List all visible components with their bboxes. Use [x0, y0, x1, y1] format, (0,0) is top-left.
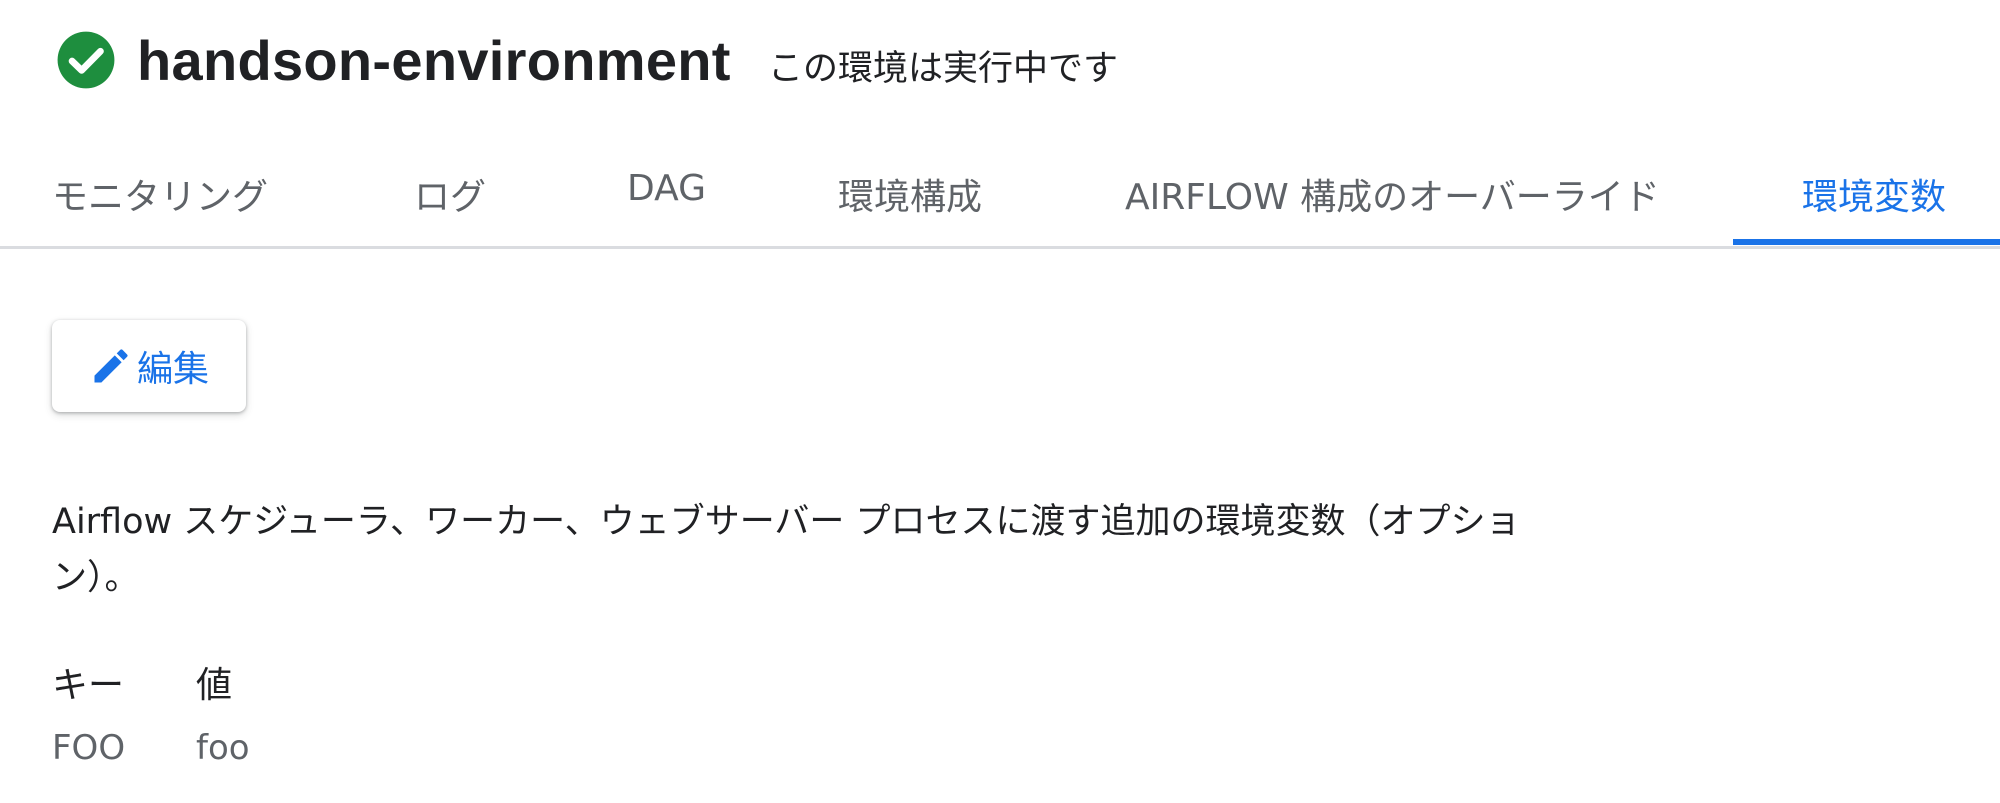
- tab-logs[interactable]: ログ: [414, 168, 486, 220]
- tab-environment-variables[interactable]: 環境変数: [1802, 168, 1946, 220]
- edit-button-label: 編集: [136, 349, 209, 390]
- edit-button[interactable]: 編集: [52, 320, 246, 412]
- env-var-key: FOO: [52, 728, 126, 768]
- check-circle-icon: [55, 29, 117, 91]
- tab-dag[interactable]: DAG: [627, 168, 706, 209]
- environment-header: handson-environment: [55, 22, 731, 98]
- env-vars-description: Airflow スケジューラ、ワーカー、ウェブサーバー プロセスに渡す追加の環境…: [52, 502, 1521, 598]
- environment-status-text: この環境は実行中です: [768, 49, 1119, 89]
- page: handson-environment この環境は実行中です モニタリング ログ…: [0, 0, 2000, 803]
- active-tab-indicator: [1733, 239, 2000, 245]
- pencil-icon: [89, 344, 133, 388]
- tab-monitoring[interactable]: モニタリング: [52, 168, 268, 220]
- environment-title: handson-environment: [137, 28, 731, 92]
- value-column-header: 値: [196, 665, 233, 706]
- env-var-value: foo: [196, 728, 250, 768]
- tab-bar: モニタリング ログ DAG 環境構成 AIRFLOW 構成のオーバーライド 環境…: [0, 150, 2000, 249]
- tab-airflow-config-overrides[interactable]: AIRFLOW 構成のオーバーライド: [1125, 168, 1660, 220]
- key-column-header: キー: [52, 665, 125, 706]
- tab-environment-config[interactable]: 環境構成: [838, 168, 982, 220]
